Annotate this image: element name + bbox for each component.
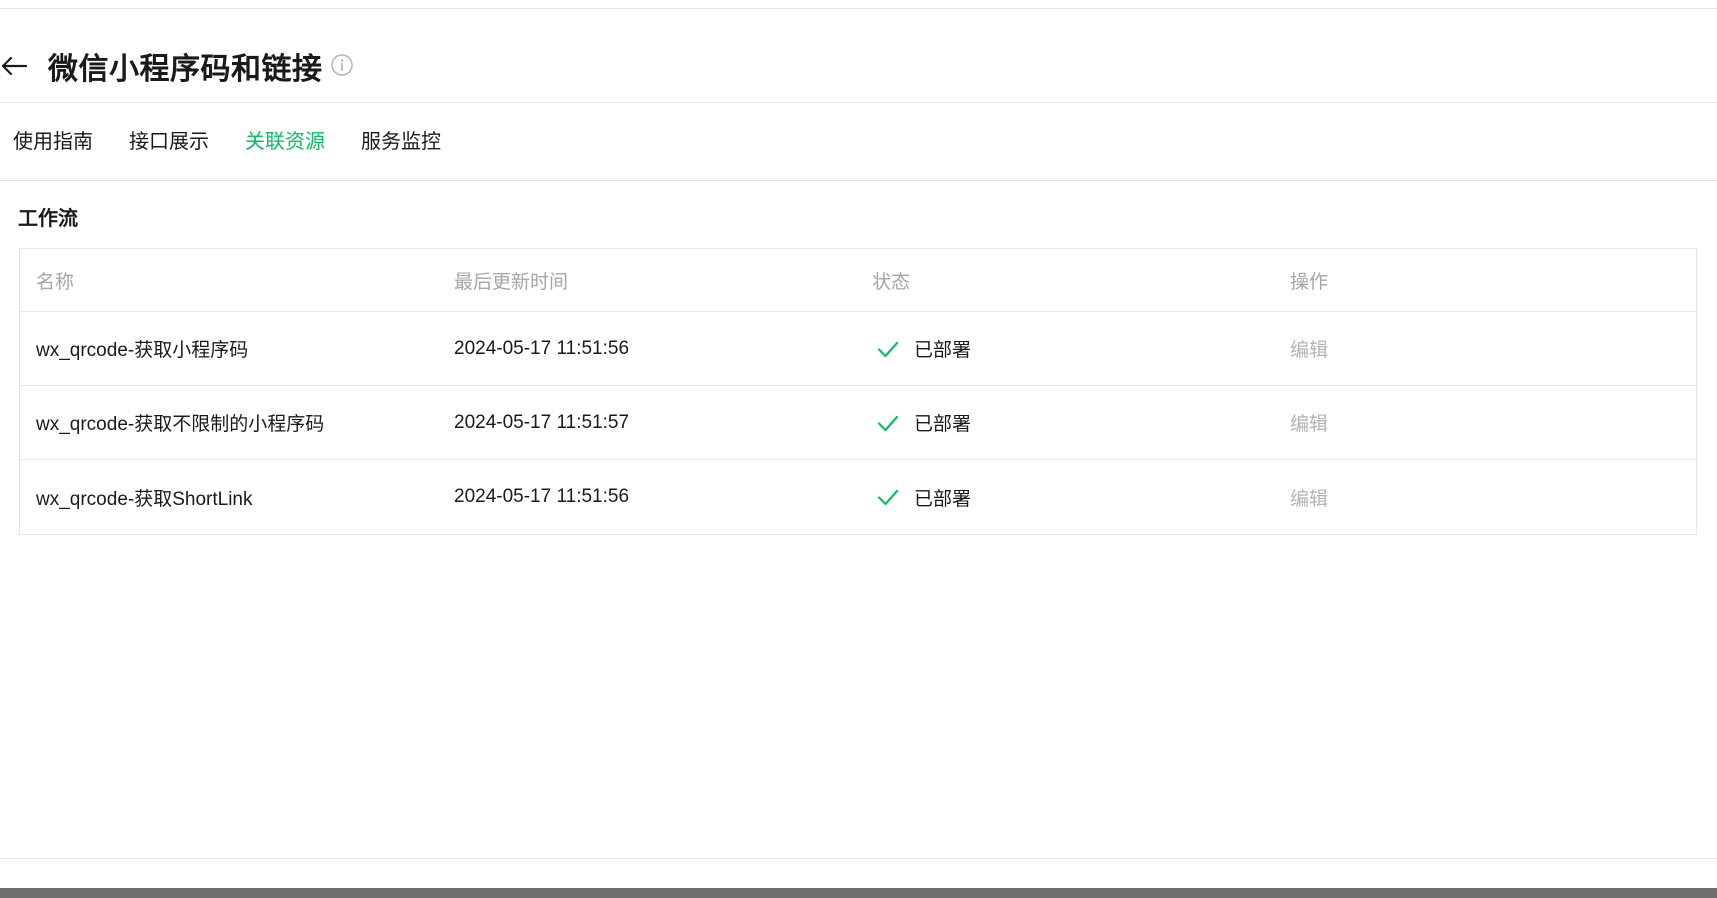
table-row: wx_qrcode-获取ShortLink 2024-05-17 11:51:5… [20,460,1696,534]
info-circle-icon[interactable] [330,53,354,77]
column-header-status: 状态 [872,271,911,293]
action-cell: 编辑 [1274,335,1696,362]
column-header-name: 名称 [36,271,75,293]
status-label: 已部署 [914,488,972,510]
updated-time: 2024-05-17 11:51:57 [454,411,630,433]
bottom-divider [0,858,1717,859]
page: 微信小程序码和链接 使用指南 接口展示 关联资源 服务监控 工作流 名称 最后更… [0,0,1717,898]
status-label: 已部署 [914,340,972,361]
workflow-table: 名称 最后更新时间 状态 操作 wx_qrcode-获取小程序码 2024-05… [19,248,1697,535]
workflow-name: wx_qrcode-获取不限制的小程序码 [36,414,325,435]
table-header-row: 名称 最后更新时间 状态 操作 [20,249,1696,312]
header-divider [0,102,1717,103]
check-icon [877,341,899,357]
tab-related-resources[interactable]: 关联资源 [245,122,325,162]
tab-service-monitoring[interactable]: 服务监控 [361,122,441,162]
section-title: 工作流 [18,208,78,230]
workflow-name: wx_qrcode-获取小程序码 [36,340,249,361]
status-label: 已部署 [914,414,972,435]
status-cell: 已部署 [856,484,1274,511]
column-header-action: 操作 [1290,271,1329,293]
action-cell: 编辑 [1274,409,1696,436]
table-row: wx_qrcode-获取小程序码 2024-05-17 11:51:56 已部署… [20,312,1696,386]
edit-link[interactable]: 编辑 [1290,414,1328,435]
column-header-updated: 最后更新时间 [454,271,569,293]
updated-time: 2024-05-17 11:51:56 [454,486,630,507]
tab-usage-guide[interactable]: 使用指南 [13,122,93,162]
edit-link[interactable]: 编辑 [1290,340,1328,361]
bottom-bar [0,888,1717,898]
updated-time: 2024-05-17 11:51:56 [454,337,630,359]
arrow-left-icon[interactable] [0,54,28,78]
tab-api-display[interactable]: 接口展示 [129,122,209,162]
tabs-divider [0,180,1717,181]
tab-bar: 使用指南 接口展示 关联资源 服务监控 [0,122,477,162]
status-cell: 已部署 [856,335,1274,362]
table-row: wx_qrcode-获取不限制的小程序码 2024-05-17 11:51:57… [20,386,1696,460]
check-icon [877,415,899,431]
status-cell: 已部署 [856,409,1274,436]
top-divider [0,8,1717,9]
page-title: 微信小程序码和链接 [48,53,323,86]
check-icon [877,489,899,506]
action-cell: 编辑 [1274,484,1696,511]
edit-link[interactable]: 编辑 [1290,489,1328,510]
workflow-name: wx_qrcode-获取ShortLink [36,488,253,510]
